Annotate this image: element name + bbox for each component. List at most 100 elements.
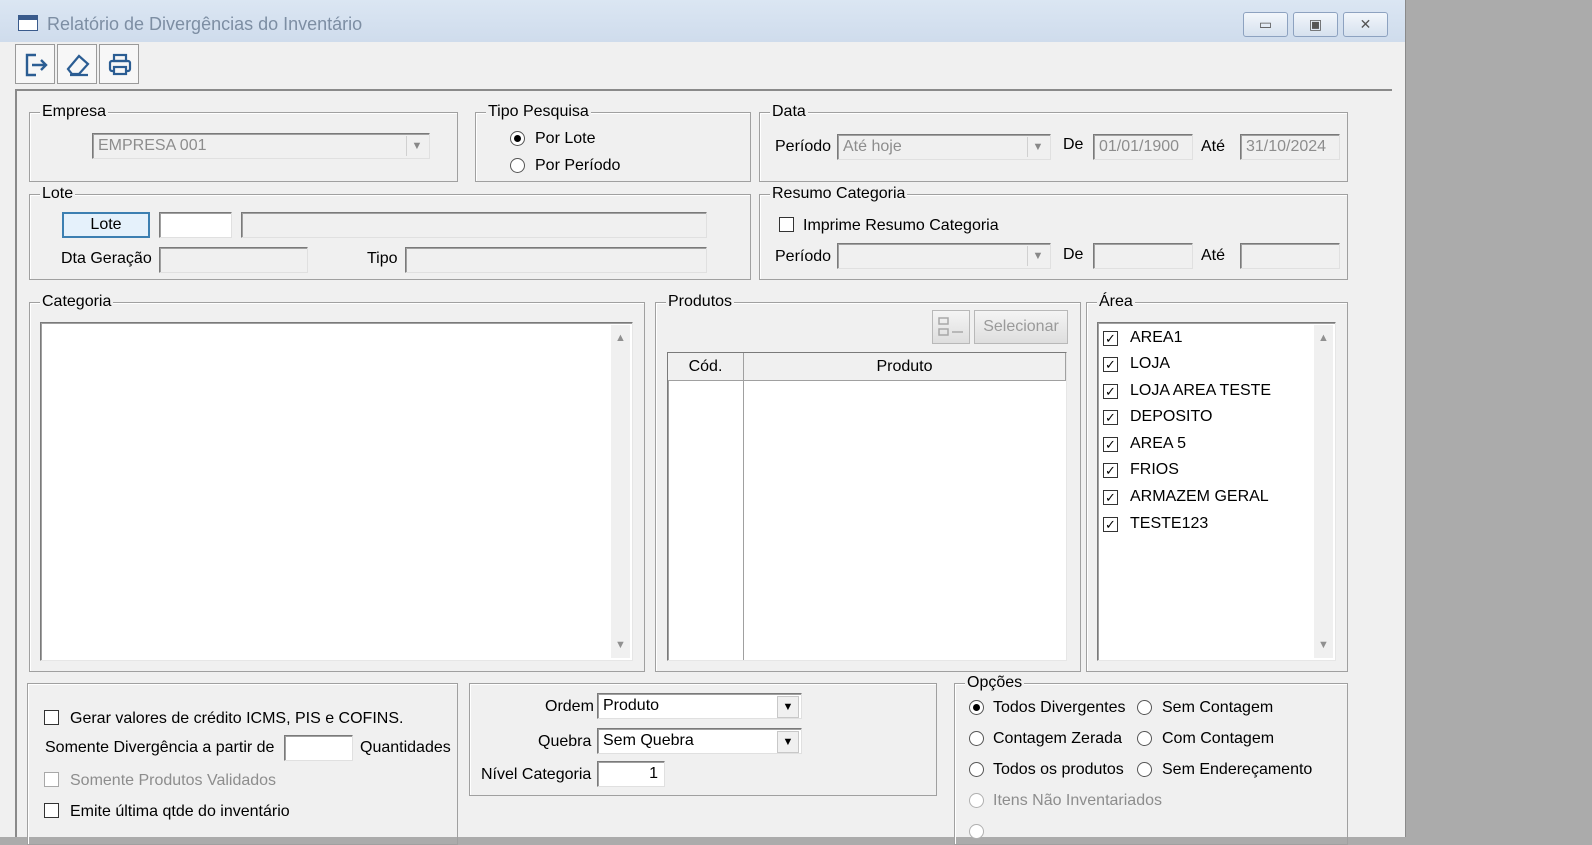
exit-button[interactable] bbox=[15, 44, 55, 84]
contagem-zerada-label[interactable]: Contagem Zerada bbox=[993, 729, 1122, 749]
radio-por-lote-label[interactable]: Por Lote bbox=[535, 129, 595, 149]
printer-icon bbox=[108, 53, 132, 76]
gerar-creditos-label[interactable]: Gerar valores de crédito ICMS, PIS e COF… bbox=[70, 709, 403, 729]
radio-com-contagem[interactable] bbox=[1137, 731, 1152, 746]
check-icon[interactable]: ✓ bbox=[1103, 517, 1118, 532]
print-button[interactable] bbox=[99, 44, 139, 84]
maximize-button[interactable]: ▣ bbox=[1293, 12, 1338, 37]
quebra-combo[interactable]: Sem Quebra ▼ bbox=[597, 728, 802, 754]
radio-todos-produtos[interactable] bbox=[969, 762, 984, 777]
produtos-group-title: Produtos bbox=[666, 292, 735, 312]
minimize-icon: ▭ bbox=[1258, 16, 1273, 32]
lote-group-title: Lote bbox=[40, 184, 76, 204]
data-group-title: Data bbox=[770, 102, 808, 122]
radio-por-periodo[interactable] bbox=[510, 158, 525, 173]
grid-column-divider bbox=[743, 381, 744, 660]
col-produto-header[interactable]: Produto bbox=[744, 353, 1066, 381]
scroll-up-icon[interactable]: ▲ bbox=[611, 329, 630, 347]
col-cod-header[interactable]: Cód. bbox=[668, 353, 744, 381]
area-list[interactable]: ✓ AREA1 ✓ LOJA ✓ LOJA AREA TESTE ✓ DEPOSITO … bbox=[1097, 322, 1336, 661]
todos-produtos-label[interactable]: Todos os produtos bbox=[993, 760, 1124, 780]
somente-validados-label: Somente Produtos Validados bbox=[70, 772, 277, 789]
scroll-down-icon[interactable]: ▼ bbox=[1314, 636, 1333, 654]
list-icon bbox=[938, 317, 963, 336]
emite-ultima-checkbox[interactable] bbox=[44, 803, 59, 818]
data-ate-field[interactable]: 31/10/2024 bbox=[1240, 134, 1340, 160]
window-app-icon bbox=[18, 15, 38, 31]
chevron-down-icon: ▼ bbox=[1027, 137, 1048, 157]
clear-button[interactable] bbox=[57, 44, 97, 84]
todos-divergentes-label[interactable]: Todos Divergentes bbox=[993, 698, 1126, 718]
com-contagem-label[interactable]: Com Contagem bbox=[1162, 729, 1274, 749]
categoria-scrollbar[interactable]: ▲ ▼ bbox=[611, 325, 630, 658]
selecionar-button[interactable]: Selecionar bbox=[974, 310, 1068, 344]
resumo-ate-field bbox=[1240, 243, 1340, 269]
report-window: Relatório de Divergências do Inventário … bbox=[0, 0, 1406, 845]
close-button[interactable]: ✕ bbox=[1343, 12, 1388, 37]
chevron-down-icon: ▼ bbox=[406, 136, 427, 156]
ordem-combo[interactable]: Produto ▼ bbox=[597, 693, 802, 719]
itens-nao-inventariados-label: Itens Não Inventariados bbox=[993, 792, 1162, 809]
radio-sem-contagem[interactable] bbox=[1137, 700, 1152, 715]
check-icon[interactable]: ✓ bbox=[1103, 490, 1118, 505]
radio-itens-nao-inventariados[interactable] bbox=[969, 793, 984, 808]
radio-por-lote[interactable] bbox=[510, 131, 525, 146]
data-de-field[interactable]: 01/01/1900 bbox=[1093, 134, 1193, 160]
exit-icon bbox=[25, 53, 48, 77]
title-bar: Relatório de Divergências do Inventário … bbox=[0, 0, 1405, 42]
ordem-label: Ordem bbox=[545, 698, 594, 715]
check-icon[interactable]: ✓ bbox=[1103, 384, 1118, 399]
empresa-group: Empresa EMPRESA 001 ▼ bbox=[29, 102, 458, 182]
check-icon[interactable]: ✓ bbox=[1103, 463, 1118, 478]
gerar-creditos-checkbox[interactable] bbox=[44, 710, 59, 725]
minimize-button[interactable]: ▭ bbox=[1243, 12, 1288, 37]
tipo-pesquisa-title: Tipo Pesquisa bbox=[486, 102, 591, 122]
scroll-down-icon[interactable]: ▼ bbox=[611, 636, 630, 654]
area-item-label: AREA1 bbox=[1130, 329, 1183, 346]
nivel-categoria-field[interactable]: 1 bbox=[597, 761, 665, 787]
imprime-resumo-checkbox[interactable] bbox=[779, 217, 794, 232]
radio-por-periodo-label[interactable]: Por Período bbox=[535, 156, 620, 176]
radio-sem-enderecamento[interactable] bbox=[1137, 762, 1152, 777]
data-de-label: De bbox=[1063, 136, 1084, 153]
data-periodo-label: Período bbox=[775, 138, 832, 155]
radio-contagem-zerada[interactable] bbox=[969, 731, 984, 746]
somente-divergencia-field[interactable] bbox=[284, 735, 353, 761]
resumo-periodo-combo[interactable]: ▼ bbox=[837, 243, 1051, 269]
resumo-de-label: De bbox=[1063, 246, 1084, 263]
empresa-group-title: Empresa bbox=[40, 102, 109, 122]
data-periodo-combo[interactable]: Até hoje ▼ bbox=[837, 134, 1051, 160]
produtos-grid[interactable]: Cód. Produto bbox=[667, 352, 1067, 661]
area-group: Área ✓ AREA1 ✓ LOJA ✓ LOJA AREA TESTE ✓ DEPO… bbox=[1086, 292, 1348, 672]
check-icon[interactable]: ✓ bbox=[1103, 410, 1118, 425]
resumo-de-field bbox=[1093, 243, 1193, 269]
area-scrollbar[interactable]: ▲ ▼ bbox=[1314, 325, 1333, 658]
categoria-group: Categoria ▲ ▼ bbox=[29, 292, 645, 672]
data-group: Data Período Até hoje ▼ De 01/01/1900 At… bbox=[759, 102, 1348, 182]
chevron-down-icon: ▼ bbox=[777, 731, 799, 753]
radio-todos-divergentes[interactable] bbox=[969, 700, 984, 715]
lote-group: Lote Lote Dta Geração Tipo bbox=[29, 184, 751, 280]
chevron-down-icon: ▼ bbox=[1027, 246, 1048, 266]
area-item-label: FRIOS bbox=[1130, 461, 1179, 478]
area-item-label: DEPOSITO bbox=[1130, 408, 1213, 425]
somente-validados-checkbox[interactable] bbox=[44, 772, 59, 787]
resumo-categoria-title: Resumo Categoria bbox=[770, 184, 908, 204]
check-icon[interactable]: ✓ bbox=[1103, 331, 1118, 346]
imprime-resumo-label[interactable]: Imprime Resumo Categoria bbox=[803, 216, 999, 236]
categoria-list[interactable]: ▲ ▼ bbox=[40, 322, 633, 661]
nivel-categoria-label: Nível Categoria bbox=[481, 766, 592, 783]
lote-button[interactable]: Lote bbox=[62, 212, 150, 238]
lote-code-field[interactable] bbox=[159, 212, 232, 238]
empresa-value: EMPRESA 001 bbox=[98, 137, 207, 154]
scroll-up-icon[interactable]: ▲ bbox=[1314, 329, 1333, 347]
emite-ultima-label[interactable]: Emite última qtde do inventário bbox=[70, 802, 290, 822]
area-item-label: LOJA bbox=[1130, 355, 1171, 372]
list-select-button[interactable] bbox=[932, 310, 970, 344]
empresa-combo[interactable]: EMPRESA 001 ▼ bbox=[92, 133, 430, 159]
check-icon[interactable]: ✓ bbox=[1103, 357, 1118, 372]
sem-contagem-label[interactable]: Sem Contagem bbox=[1162, 698, 1273, 718]
check-icon[interactable]: ✓ bbox=[1103, 437, 1118, 452]
sem-enderecamento-label[interactable]: Sem Endereçamento bbox=[1162, 760, 1312, 780]
somente-divergencia-label: Somente Divergência a partir de bbox=[45, 739, 275, 756]
